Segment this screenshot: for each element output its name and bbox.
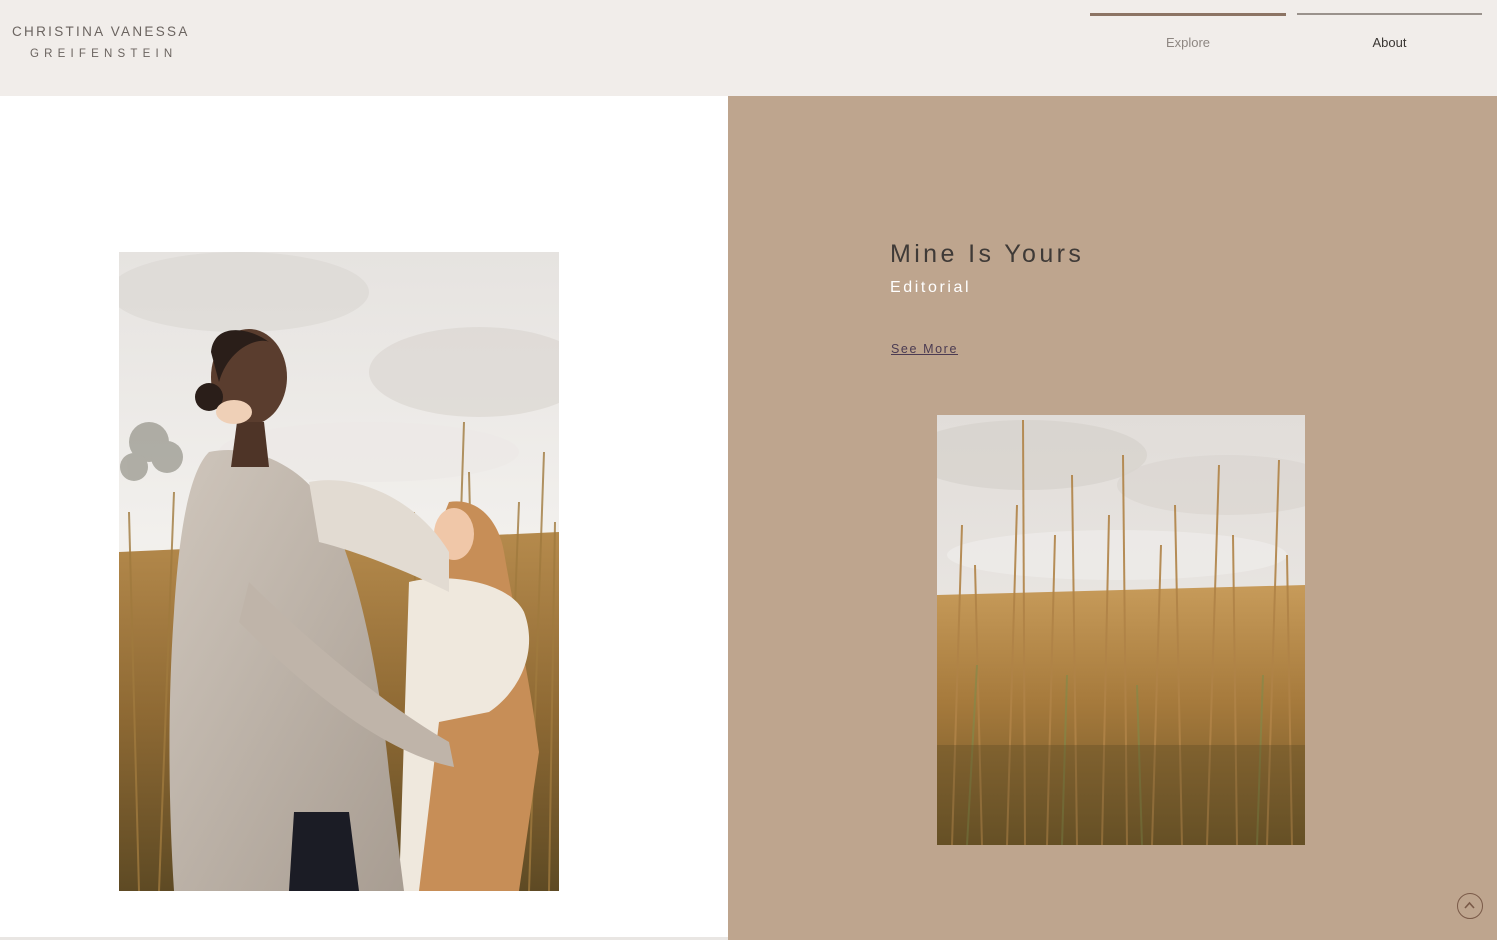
nav-item-label: Explore bbox=[1165, 35, 1211, 50]
nav-item-about[interactable]: About bbox=[1297, 13, 1482, 63]
project-category: Editorial bbox=[890, 279, 972, 296]
brand-name-line1: CHRISTINA VANESSA bbox=[12, 24, 190, 39]
editorial-photo-main[interactable] bbox=[119, 252, 559, 891]
site-header: CHRISTINA VANESSA GREIFENSTEIN Explore A… bbox=[0, 0, 1497, 96]
nav-item-label: About bbox=[1372, 35, 1407, 50]
brand-name-line2: GREIFENSTEIN bbox=[30, 48, 178, 60]
project-title: Mine Is Yours bbox=[890, 240, 1085, 268]
scroll-to-top-button[interactable] bbox=[1457, 893, 1483, 919]
nav-item-explore[interactable]: Explore bbox=[1090, 13, 1286, 63]
brand-logo[interactable]: CHRISTINA VANESSA GREIFENSTEIN bbox=[12, 24, 190, 60]
chevron-up-icon bbox=[1464, 901, 1475, 909]
nav-indicator bbox=[1297, 13, 1482, 15]
nav-active-indicator bbox=[1090, 13, 1286, 16]
see-more-link[interactable]: See More bbox=[891, 342, 958, 356]
editorial-photo-grass[interactable] bbox=[937, 415, 1305, 845]
